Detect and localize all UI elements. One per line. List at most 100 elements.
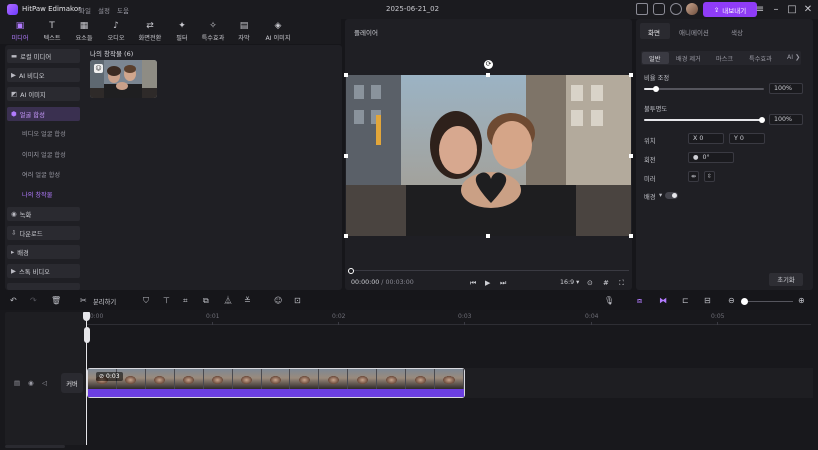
snapshot-icon[interactable]: ⊙ bbox=[587, 279, 593, 287]
sidebar-item-ai-image[interactable]: ◩ AI 이미지 bbox=[7, 87, 80, 101]
resize-handle[interactable] bbox=[344, 73, 348, 77]
snap-icon[interactable]: ⧓ bbox=[659, 296, 667, 306]
tool-media[interactable]: ▣ 미디어 bbox=[5, 21, 35, 43]
play-icon[interactable]: ▶ bbox=[485, 279, 490, 287]
flip-horizontal-icon[interactable]: ⇹ bbox=[688, 171, 699, 182]
sidebar-item-background[interactable]: ▸ 배경 bbox=[7, 245, 80, 259]
feedback-icon[interactable] bbox=[653, 3, 665, 15]
tool-effects[interactable]: ✧ 특수효과 bbox=[198, 21, 228, 43]
resize-handle[interactable] bbox=[344, 234, 348, 238]
close-icon[interactable]: ✕ bbox=[801, 2, 815, 16]
flip-vertical-icon[interactable]: ⇳ bbox=[704, 171, 715, 182]
sidebar-sub-image-face-swap[interactable]: 이미지 얼굴 합성 bbox=[22, 150, 66, 159]
tool-ai-image[interactable]: ◈ AI 이미지 bbox=[262, 21, 294, 43]
redo-icon[interactable]: ↷ bbox=[30, 296, 37, 306]
pos-x-input[interactable]: X 0 bbox=[688, 133, 724, 144]
menu-settings[interactable]: 설정 bbox=[98, 5, 110, 15]
face-icon[interactable]: ☺ bbox=[274, 296, 282, 306]
split-icon[interactable]: ✂ bbox=[80, 296, 87, 306]
sidebar-item-download[interactable]: ⇩ 다운로드 bbox=[7, 226, 80, 240]
scale-slider-knob[interactable] bbox=[653, 86, 659, 92]
sidebar-item-record[interactable]: ◉ 녹화 bbox=[7, 207, 80, 221]
sidebar-item-face-swap[interactable]: ⬢ 얼굴 합성 bbox=[7, 107, 80, 121]
resize-handle[interactable] bbox=[629, 234, 633, 238]
zoom-out-icon[interactable]: ⊖ bbox=[728, 296, 735, 306]
subtab-bg-remove[interactable]: 배경 제거 bbox=[676, 54, 701, 63]
transform-icon[interactable]: ⧉ bbox=[203, 296, 209, 306]
export-button[interactable]: ⇪ 내보내기 bbox=[703, 2, 757, 17]
tool-text[interactable]: T 텍스트 bbox=[37, 21, 67, 43]
split-label[interactable]: 분리하기 bbox=[93, 297, 116, 306]
rotate-handle-icon[interactable]: ⟳ bbox=[484, 60, 493, 69]
chevron-right-icon[interactable]: ❯ bbox=[795, 54, 800, 61]
prev-frame-icon[interactable]: ⏮ bbox=[470, 279, 476, 288]
minimize-icon[interactable]: – bbox=[769, 2, 783, 16]
text-box-icon[interactable]: ⊤ bbox=[163, 296, 170, 306]
scale-input[interactable]: 100% bbox=[769, 83, 803, 94]
resize-handle[interactable] bbox=[629, 73, 633, 77]
tool-subtitle[interactable]: ▤ 자막 bbox=[229, 21, 259, 43]
cover-button[interactable]: 커버 bbox=[61, 373, 83, 393]
aspect-ratio-select[interactable]: 16:9 ▾ bbox=[560, 279, 579, 286]
subtab-ai[interactable]: AI bbox=[787, 54, 793, 61]
mirror-icon[interactable]: ⏅ bbox=[224, 296, 232, 306]
zoom-slider[interactable] bbox=[745, 301, 793, 302]
fullscreen-icon[interactable]: ⛶ bbox=[619, 279, 624, 288]
resize-handle[interactable] bbox=[344, 154, 348, 158]
rotation-input[interactable]: ● 0° bbox=[688, 152, 734, 163]
scale-slider[interactable] bbox=[644, 88, 764, 90]
sidebar-item-ai-video[interactable]: ▶ AI 비디오 bbox=[7, 68, 80, 82]
opacity-slider-knob[interactable] bbox=[759, 117, 765, 123]
time-ruler[interactable] bbox=[86, 324, 811, 325]
playhead-handle[interactable] bbox=[83, 312, 90, 321]
shield-icon[interactable]: ⛉ bbox=[143, 296, 149, 306]
delete-icon[interactable]: 🗑 bbox=[51, 296, 61, 306]
crop-icon[interactable]: ⌗ bbox=[183, 296, 188, 306]
scrubber-knob[interactable] bbox=[348, 268, 354, 274]
sidebar-sub-video-face-swap[interactable]: 비디오 얼굴 합성 bbox=[22, 129, 66, 138]
sidebar-sub-my-creations[interactable]: 나의 창작물 bbox=[22, 190, 52, 199]
tool-audio[interactable]: ♪ 오디오 bbox=[101, 21, 131, 43]
undo-icon[interactable]: ↶ bbox=[10, 296, 17, 306]
player-scrubber[interactable] bbox=[350, 270, 629, 271]
next-frame-icon[interactable]: ⏭ bbox=[500, 279, 506, 288]
playhead-split-icon[interactable] bbox=[84, 327, 90, 343]
track-mute-icon[interactable]: ◁ bbox=[42, 379, 47, 387]
menu-help[interactable]: 도움 bbox=[117, 5, 129, 15]
track-visibility-icon[interactable]: ◉ bbox=[28, 379, 34, 387]
avatar[interactable] bbox=[686, 3, 698, 15]
download-icon[interactable] bbox=[670, 3, 682, 15]
video-preview[interactable] bbox=[346, 75, 631, 236]
tab-color[interactable]: 색상 bbox=[731, 27, 743, 37]
fit-icon[interactable]: ⊏ bbox=[682, 296, 689, 306]
track-menu-icon[interactable]: ▤ bbox=[14, 379, 20, 387]
maximize-icon[interactable]: □ bbox=[785, 2, 799, 16]
subtab-mask[interactable]: 마스크 bbox=[716, 54, 733, 63]
resize-handle[interactable] bbox=[629, 154, 633, 158]
menu-icon[interactable]: ≡ bbox=[753, 2, 767, 16]
zoom-in-icon[interactable]: ⊕ bbox=[798, 296, 805, 306]
microphone-icon[interactable]: 🎙 bbox=[604, 296, 614, 306]
pos-y-input[interactable]: Y 0 bbox=[729, 133, 765, 144]
layout-icon[interactable] bbox=[636, 3, 648, 15]
pip-icon[interactable]: ⊟ bbox=[704, 296, 711, 306]
tool-elements[interactable]: ▦ 요소들 bbox=[69, 21, 99, 43]
zoom-slider-knob[interactable] bbox=[741, 298, 748, 305]
tab-screen[interactable]: 화면 bbox=[648, 27, 660, 37]
resize-handle[interactable] bbox=[486, 234, 490, 238]
tab-animation[interactable]: 애니메이션 bbox=[679, 27, 709, 37]
sidebar-item-local-media[interactable]: ▬ 로컬 미디어 bbox=[7, 49, 80, 63]
resize-handle[interactable] bbox=[486, 73, 490, 77]
grid-icon[interactable]: # bbox=[603, 279, 609, 287]
opacity-input[interactable]: 100% bbox=[769, 114, 803, 125]
export-frame-icon[interactable]: ⊡ bbox=[294, 296, 301, 306]
align-icon[interactable]: ≚ bbox=[244, 296, 251, 306]
sidebar-item-stock-video[interactable]: ▶ 스톡 비디오 bbox=[7, 264, 80, 278]
sidebar-sub-multi-face-swap[interactable]: 여러 얼굴 합성 bbox=[22, 170, 60, 179]
link-icon[interactable]: ⧈ bbox=[637, 296, 642, 306]
reset-button[interactable]: 초기화 bbox=[769, 273, 803, 286]
tool-filter[interactable]: ✦ 필터 bbox=[167, 21, 197, 43]
timeline-scrollbar[interactable] bbox=[5, 445, 65, 448]
subtab-general[interactable]: 일반 bbox=[649, 54, 660, 63]
menu-file[interactable]: 파일 bbox=[79, 5, 91, 15]
